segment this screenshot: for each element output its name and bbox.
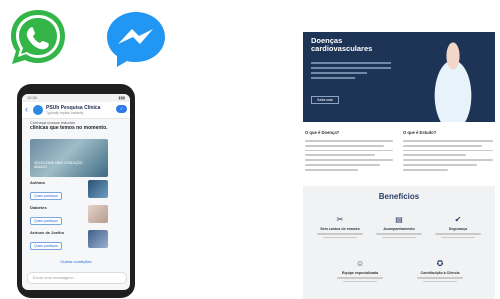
signal-icon: ▮▮▮ [118,95,125,100]
item-name: Diabetes [30,205,47,210]
benefit-label: Equipe especializada [341,271,379,275]
hero-text [311,62,391,79]
chat-header: ‹ PSUh Pesquisa Clínica Typically replie… [22,102,130,119]
avatar [33,105,43,115]
doctor-icon: ☺ [356,259,365,268]
right-column-text [403,140,493,174]
item-image [88,230,108,248]
document-icon: ▤ [395,215,403,224]
status-time: 10:30 [27,95,38,100]
benefits-section: Benefícios ✂ Sem custos de exames ▤ Acom… [303,186,495,299]
right-column-title: O que é Estudo? [403,130,437,135]
list-item: Asthma Quero participar [30,180,108,202]
hero-caption: SELECIONE UMA CONDIÇÃO ABAIXO [34,161,83,169]
left-column-text [305,140,393,174]
intro-headline: clínicas que temos no momento. [30,124,108,131]
item-name: Asthma [30,180,45,185]
intro-message: Conheça nossos estudos clínicas que temo… [30,120,120,131]
list-item: Diabetes Quero participar [30,205,108,227]
doctor-photo [421,34,485,122]
hero-card[interactable]: SELECIONE UMA CONDIÇÃO ABAIXO [30,139,108,177]
benefits-title: Benefícios [378,192,420,201]
benefit-label: Segurança [448,227,468,231]
left-column-title: O que é Doença? [305,130,340,135]
benefit-label: Acompanhamento [383,227,415,231]
message-placeholder: Envie uma mensagem... [33,275,77,280]
benefit-item: ▤ Acompanhamento [372,215,426,239]
message-input[interactable]: Envie uma mensagem... [27,272,127,284]
website-preview: Doenças cardiovasculares Saiba mais O qu… [295,26,500,299]
item-image [88,180,108,198]
hero-cta-button[interactable]: Saiba mais [311,96,339,104]
back-arrow-icon[interactable]: ‹ [25,104,28,114]
item-image [88,205,108,223]
chat-subtitle: Typically replies instantly [46,111,84,115]
messenger-icon[interactable] [104,8,168,70]
list-item: Artrose de Joelho Quero participar [30,230,108,252]
header-action-button[interactable]: ✓ [116,105,127,113]
status-bar: 10:30 ▮▮▮ [22,94,130,102]
benefit-item: ☺ Equipe especializada [333,259,387,283]
benefit-label: Contribuição à Ciência [420,271,460,275]
benefit-item: ✪ Contribuição à Ciência [413,259,467,283]
more-conditions-link[interactable]: Outras condições [22,259,130,264]
item-name: Artrose de Joelho [30,230,65,235]
chat-screen: 10:30 ▮▮▮ ‹ PSUh Pesquisa Clínica Typica… [22,94,130,290]
clipboard-icon: ✔ [454,215,462,224]
benefit-item: ✔ Segurança [431,215,485,239]
participate-button[interactable]: Quero participar [30,192,62,200]
hero-title: Doenças cardiovasculares [311,36,373,54]
participate-button[interactable]: Quero participar [30,242,62,250]
benefit-item: ✂ Sem custos de exames [313,215,367,239]
benefit-label: Sem custos de exames [320,227,360,231]
award-icon: ✪ [436,259,444,268]
participate-button[interactable]: Quero participar [30,217,62,225]
hero-title-line2: cardiovasculares [311,44,373,54]
whatsapp-icon[interactable] [6,6,70,68]
site-hero: Doenças cardiovasculares Saiba mais [303,32,495,122]
scissors-icon: ✂ [336,215,344,224]
